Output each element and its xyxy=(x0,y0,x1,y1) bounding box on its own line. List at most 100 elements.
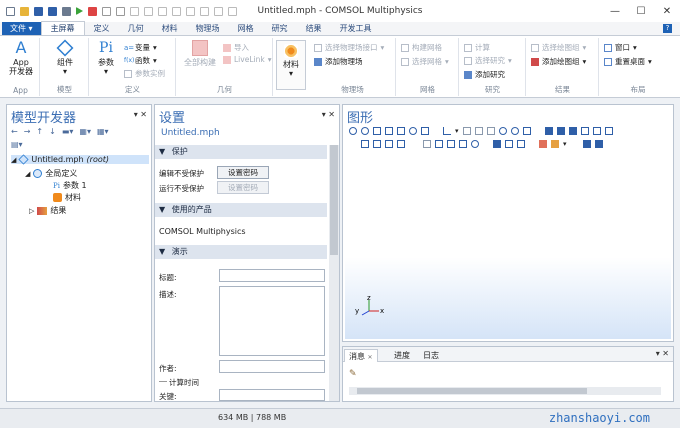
windows-icon[interactable] xyxy=(172,6,181,16)
zoom-selected-icon[interactable] xyxy=(385,127,393,135)
clear-selection-icon[interactable] xyxy=(604,127,613,135)
build-all-button[interactable]: 全部构建 xyxy=(180,40,220,67)
component-button[interactable]: 组件 ▾ xyxy=(45,39,85,76)
save-icon[interactable] xyxy=(34,6,43,16)
functions-button[interactable]: f(x) 函数 ▾ xyxy=(124,55,157,66)
tab-progress[interactable]: 进度 xyxy=(390,349,414,362)
fit-icon[interactable] xyxy=(421,127,429,135)
move-up-icon[interactable]: ↑ xyxy=(36,127,43,136)
show-icon[interactable] xyxy=(373,140,381,148)
description-textarea[interactable] xyxy=(219,286,325,356)
tab-physics[interactable]: 物理场 xyxy=(187,22,229,35)
tree-item-root[interactable]: ◢ Untitled.mph (root) xyxy=(11,154,149,165)
select-edge-icon[interactable] xyxy=(580,127,589,135)
pin-icon[interactable]: ▾ ✕ xyxy=(322,110,335,119)
dropdown-icon[interactable] xyxy=(228,6,237,16)
select-point-icon[interactable] xyxy=(592,127,601,135)
open-file-icon[interactable] xyxy=(20,6,29,16)
import-button[interactable]: 导入 xyxy=(223,42,249,53)
select-mesh-button[interactable]: 选择网格 ▾ xyxy=(401,56,449,67)
tab-messages[interactable]: 消息 ✕ xyxy=(344,349,378,362)
wireframe-icon[interactable] xyxy=(397,140,405,148)
keywords-input[interactable] xyxy=(219,389,325,401)
reset-desktop-button[interactable]: 重置桌面 ▾ xyxy=(604,56,652,67)
settings-scrollbar-thumb[interactable] xyxy=(330,145,338,255)
build-mesh-button[interactable]: 构建网格 xyxy=(401,42,442,53)
transparency-icon[interactable] xyxy=(423,140,431,148)
collapse-arrow-icon[interactable]: ◢ xyxy=(11,156,16,164)
camera-icon[interactable] xyxy=(582,140,591,148)
messages-tab-close-icon[interactable]: ✕ xyxy=(368,354,373,361)
grid-icon[interactable] xyxy=(186,6,195,16)
tab-mesh[interactable]: 网格 xyxy=(229,22,263,35)
reset-view-icon[interactable] xyxy=(510,127,519,135)
zoom-box-icon[interactable] xyxy=(373,127,381,135)
hide-icon[interactable] xyxy=(361,140,369,148)
minimize-button[interactable]: — xyxy=(602,0,628,22)
materials-button[interactable]: 材料 ▾ xyxy=(276,40,306,90)
hide-selected-icon[interactable] xyxy=(435,140,443,148)
run-icon[interactable] xyxy=(76,7,83,15)
messages-scrollbar[interactable] xyxy=(349,387,661,395)
parameters-button[interactable]: Pi 参数 ▾ xyxy=(93,40,119,76)
close-button[interactable]: ✕ xyxy=(654,0,680,22)
author-input[interactable] xyxy=(219,360,325,373)
view-xy-icon[interactable] xyxy=(462,127,471,135)
tree-icon[interactable] xyxy=(200,6,209,16)
collapse-icon[interactable]: ▦▾ xyxy=(79,127,91,136)
show-all-icon[interactable] xyxy=(447,140,455,148)
layout-icon[interactable] xyxy=(517,140,525,148)
param-case-button[interactable]: 参数实例 xyxy=(124,68,165,79)
paste-icon[interactable] xyxy=(116,6,125,16)
collapse-arrow-icon[interactable]: ◢ xyxy=(25,170,30,178)
tab-log[interactable]: 日志 xyxy=(419,349,443,362)
view-zx-icon[interactable] xyxy=(486,127,495,135)
pin-icon[interactable]: ▾ ✕ xyxy=(134,110,147,119)
save-as-icon[interactable] xyxy=(48,6,57,16)
view-options-icon[interactable]: ▤▾ xyxy=(11,140,23,149)
set-run-password-button[interactable]: 设置密码 xyxy=(217,181,269,194)
tab-home[interactable]: 主屏幕 xyxy=(40,21,85,35)
redo-icon[interactable] xyxy=(144,6,153,16)
grid-on-icon[interactable] xyxy=(493,140,501,148)
copy-icon[interactable] xyxy=(102,6,111,16)
undo-view-icon[interactable] xyxy=(471,140,479,148)
reset-icon[interactable] xyxy=(158,6,167,16)
view-axes-icon[interactable] xyxy=(443,127,451,135)
variables-button[interactable]: a= 变量 ▾ xyxy=(124,42,157,53)
color-dropdown-icon[interactable]: ▾ xyxy=(563,140,567,148)
print-icon[interactable] xyxy=(62,6,71,16)
tab-materials[interactable]: 材料 xyxy=(153,22,187,35)
tab-geometry[interactable]: 几何 xyxy=(119,22,153,35)
section-demo-header[interactable]: ▼ 演示 xyxy=(155,245,327,259)
scene-light-icon[interactable] xyxy=(539,140,547,148)
messages-scrollbar-thumb[interactable] xyxy=(357,388,587,394)
render-icon[interactable] xyxy=(385,140,393,148)
info-icon[interactable] xyxy=(459,140,467,148)
expand-arrow-icon[interactable]: ▷ xyxy=(29,207,34,215)
tree-item-parameters[interactable]: Pi 参数 1 xyxy=(53,180,87,191)
print-icon[interactable] xyxy=(594,140,603,148)
table-icon[interactable] xyxy=(214,6,223,16)
tab-file[interactable]: 文件 ▾ xyxy=(2,22,41,35)
tab-study[interactable]: 研究 xyxy=(263,22,297,35)
zoom-out-icon[interactable] xyxy=(361,127,369,135)
view-dropdown-icon[interactable]: ▾ xyxy=(455,127,459,135)
windows-button[interactable]: 窗口 ▾ xyxy=(604,42,637,53)
rotate-icon[interactable] xyxy=(498,127,507,135)
compute-icon[interactable] xyxy=(88,6,97,16)
add-study-button[interactable]: 添加研究 xyxy=(464,69,505,80)
undo-icon[interactable] xyxy=(130,6,139,16)
tree-item-materials[interactable]: 材料 xyxy=(53,192,81,203)
zoom-in-icon[interactable] xyxy=(349,127,357,135)
graphics-canvas[interactable] xyxy=(345,157,671,339)
select-plot-group-button[interactable]: 选择绘图组 ▾ xyxy=(531,42,586,53)
messages-options-icon[interactable]: ▾ ✕ xyxy=(656,349,669,358)
maximize-button[interactable]: ☐ xyxy=(628,0,654,22)
color-icon[interactable] xyxy=(551,140,559,148)
axis-icon[interactable] xyxy=(505,140,513,148)
livelink-button[interactable]: LiveLink ▾ xyxy=(223,55,271,64)
new-file-icon[interactable] xyxy=(6,6,15,16)
tab-definitions[interactable]: 定义 xyxy=(85,22,119,35)
app-builder-button[interactable]: A App 开发器 xyxy=(4,40,38,77)
